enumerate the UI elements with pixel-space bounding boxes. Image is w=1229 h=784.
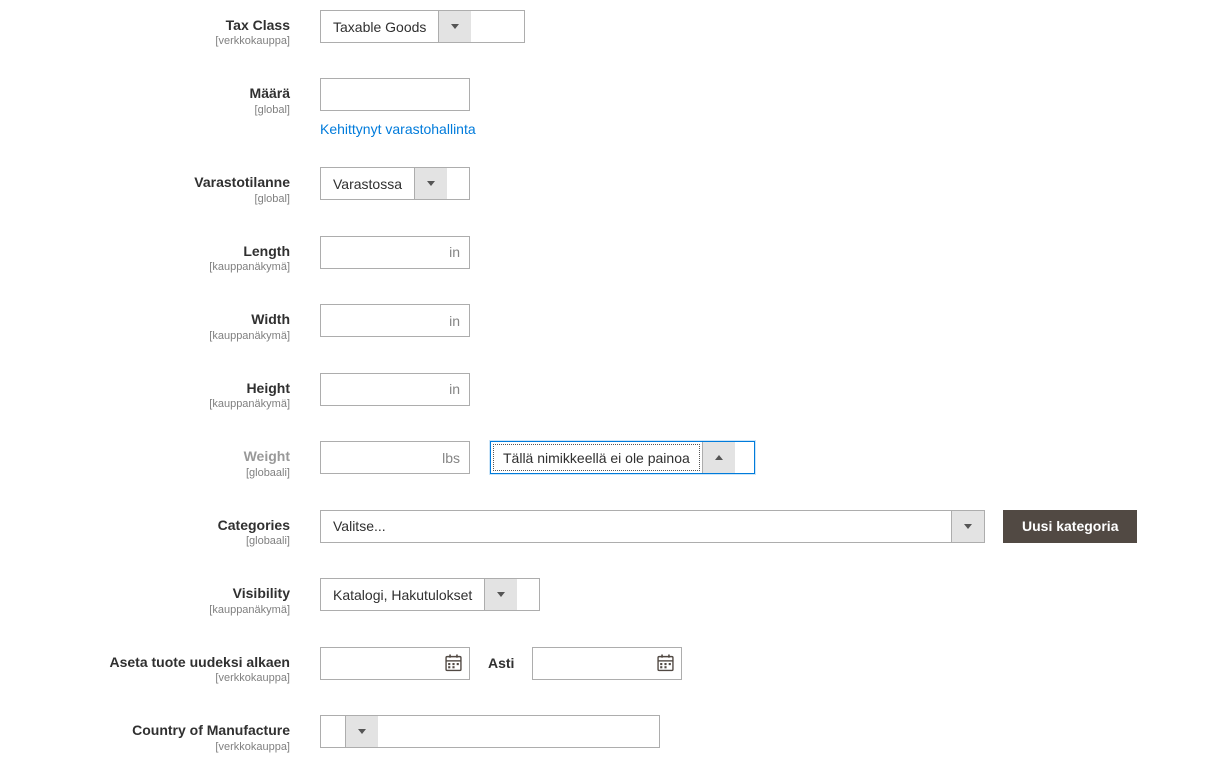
chevron-down-icon[interactable] <box>951 511 984 542</box>
weight-input[interactable] <box>320 441 470 474</box>
chevron-up-icon[interactable] <box>702 442 735 473</box>
country-select[interactable] <box>320 715 660 748</box>
calendar-icon[interactable] <box>445 655 462 672</box>
label-visibility: Visibility [kauppanäkymä] <box>0 578 320 616</box>
label-qty: Määrä [global] <box>0 78 320 116</box>
new-category-button[interactable]: Uusi kategoria <box>1003 510 1137 543</box>
label-height: Height [kauppanäkymä] <box>0 373 320 411</box>
row-tax-class: Tax Class [verkkokauppa] Taxable Goods <box>0 10 1229 48</box>
tax-class-select[interactable]: Taxable Goods <box>320 10 525 43</box>
length-input[interactable] <box>320 236 470 269</box>
row-width: Width [kauppanäkymä] in <box>0 304 1229 342</box>
chevron-down-icon[interactable] <box>438 11 471 42</box>
chevron-down-icon[interactable] <box>345 716 378 747</box>
row-height: Height [kauppanäkymä] in <box>0 373 1229 411</box>
label-categories: Categories [globaali] <box>0 510 320 548</box>
label-new-from: Aseta tuote uudeksi alkaen [verkkokauppa… <box>0 647 320 685</box>
label-stock-status: Varastotilanne [global] <box>0 167 320 205</box>
label-width: Width [kauppanäkymä] <box>0 304 320 342</box>
row-new-from: Aseta tuote uudeksi alkaen [verkkokauppa… <box>0 647 1229 685</box>
label-weight: Weight [globaali] <box>0 441 320 479</box>
height-input[interactable] <box>320 373 470 406</box>
calendar-icon[interactable] <box>657 655 674 672</box>
stock-status-select[interactable]: Varastossa <box>320 167 470 200</box>
chevron-down-icon[interactable] <box>484 579 517 610</box>
row-qty: Määrä [global] Kehittynyt varastohallint… <box>0 78 1229 137</box>
chevron-down-icon[interactable] <box>414 168 447 199</box>
visibility-select[interactable]: Katalogi, Hakutulokset <box>320 578 540 611</box>
width-input[interactable] <box>320 304 470 337</box>
row-weight: Weight [globaali] lbs Tällä nimikkeellä … <box>0 441 1229 479</box>
label-country: Country of Manufacture [verkkokauppa] <box>0 715 320 753</box>
categories-select[interactable]: Valitse... <box>320 510 985 543</box>
advanced-inventory-link[interactable]: Kehittynyt varastohallinta <box>320 121 476 137</box>
qty-input[interactable] <box>320 78 470 111</box>
date-to-label: Asti <box>488 655 514 671</box>
row-stock-status: Varastotilanne [global] Varastossa <box>0 167 1229 205</box>
row-categories: Categories [globaali] Valitse... Uusi ka… <box>0 510 1229 548</box>
weight-has-weight-select[interactable]: Tällä nimikkeellä ei ole painoa <box>490 441 755 474</box>
row-country: Country of Manufacture [verkkokauppa] <box>0 715 1229 753</box>
row-length: Length [kauppanäkymä] in <box>0 236 1229 274</box>
label-tax-class: Tax Class [verkkokauppa] <box>0 10 320 48</box>
label-length: Length [kauppanäkymä] <box>0 236 320 274</box>
row-visibility: Visibility [kauppanäkymä] Katalogi, Haku… <box>0 578 1229 616</box>
